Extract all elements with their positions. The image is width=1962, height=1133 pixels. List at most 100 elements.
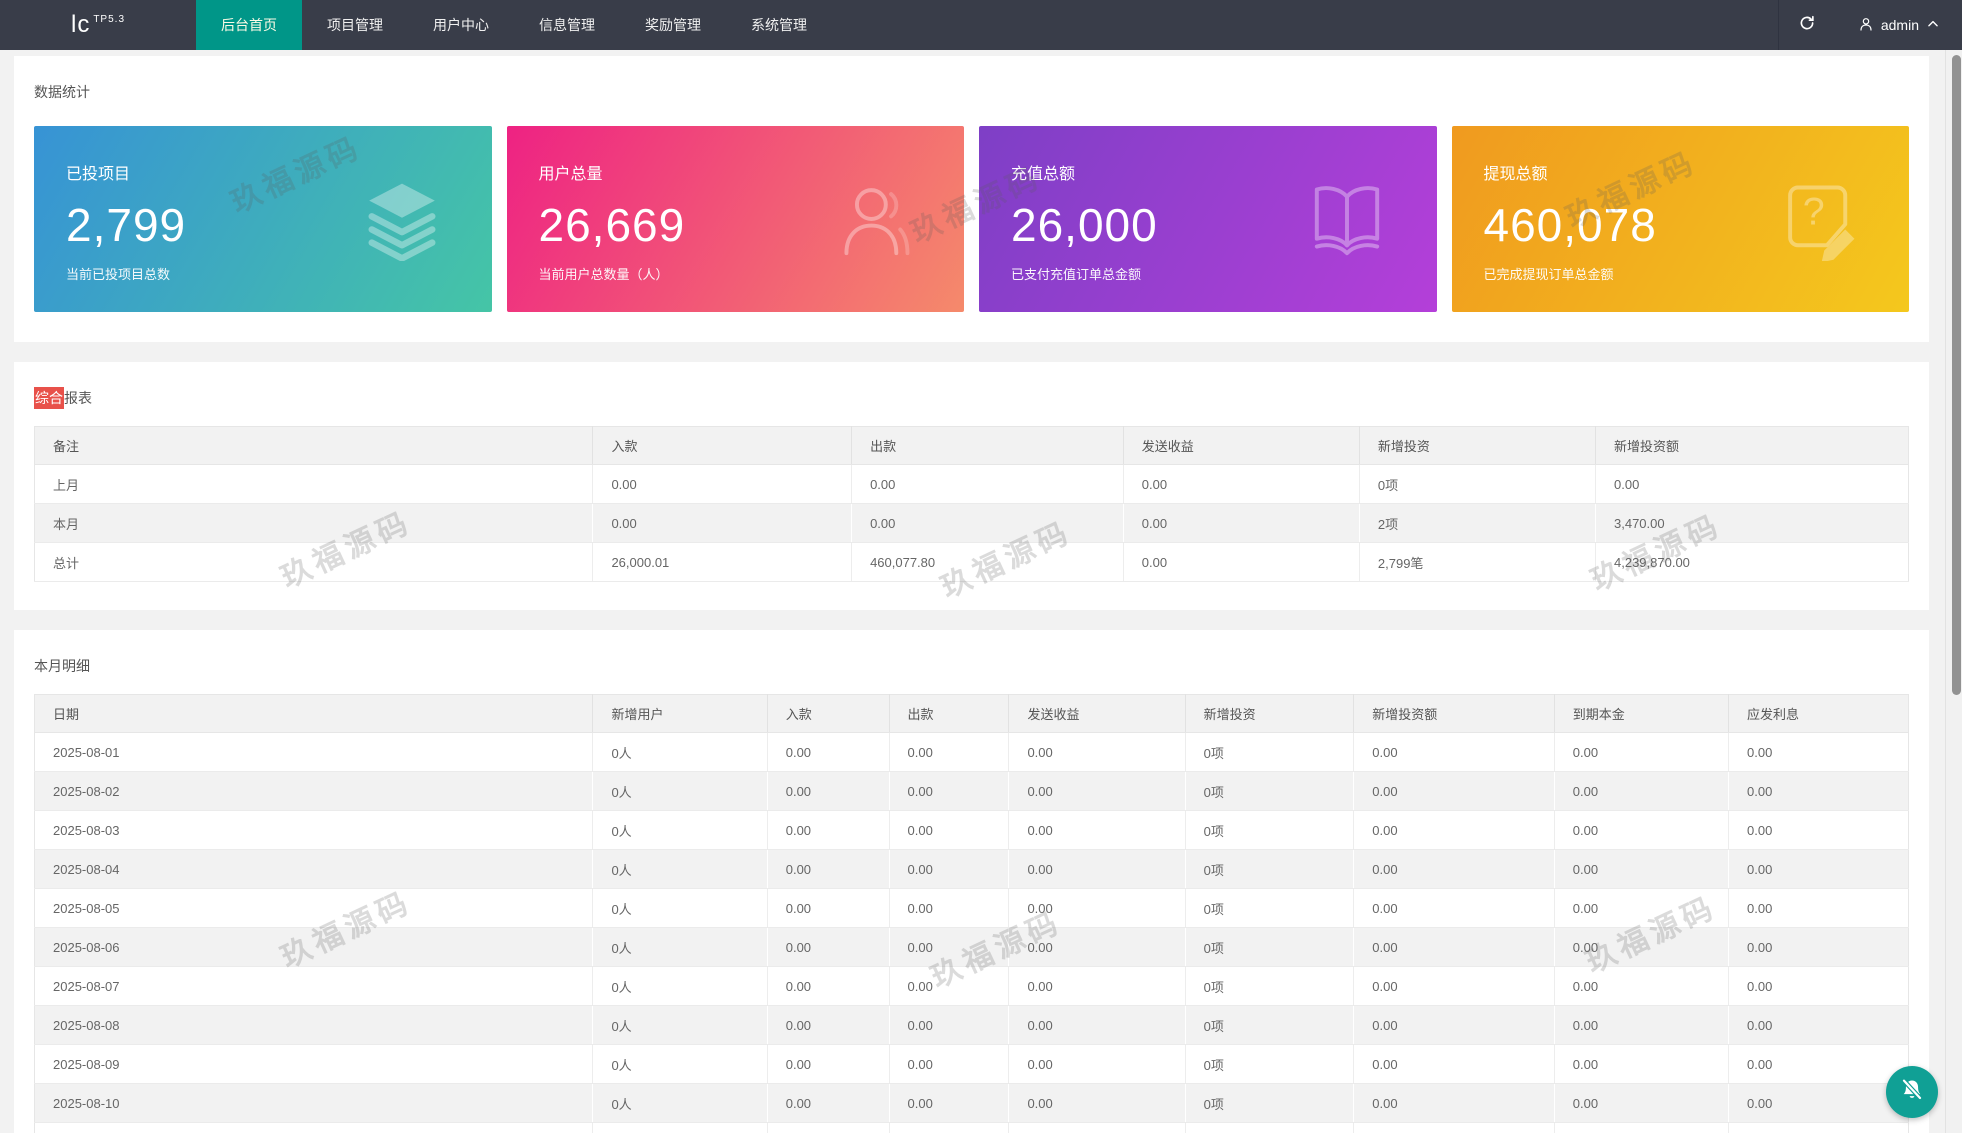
stat-card: 已投项目 2,799 当前已投项目总数: [34, 126, 492, 312]
cell: 0.00: [1008, 1083, 1186, 1123]
table-row: 2025-08-110人0.000.000.000项0.000.000.00: [34, 1122, 1909, 1133]
column-header: 新增用户: [592, 694, 768, 733]
doc-question-icon: ?: [1777, 177, 1861, 261]
cell: 0.00: [767, 771, 890, 811]
layers-icon: [360, 177, 444, 261]
cell: 0人: [592, 1044, 768, 1084]
column-header: 发送收益: [1008, 694, 1186, 733]
cell: 0.00: [767, 1122, 890, 1133]
refresh-icon: [1798, 14, 1816, 37]
cell: 0.00: [1728, 1005, 1909, 1045]
table-row: 2025-08-04 0人 0.00 0.00 0.00 0项 0.00 0.00 0.00: [34, 849, 1909, 889]
app-logo[interactable]: lc TP5.3: [0, 0, 196, 50]
user-icon: [1858, 16, 1874, 35]
cell: 0项: [1185, 966, 1355, 1006]
summary-report-section: 综合报表 备注 入款 出款 发送收益 新增投资 新增投资额 上月 0.00 0.00 0.00 0项…: [14, 362, 1929, 610]
cell: 0.00: [889, 888, 1010, 928]
nav-item-3[interactable]: 信息管理: [514, 0, 620, 50]
cell: 0项: [1185, 1083, 1355, 1123]
cell: 0.00: [1353, 966, 1555, 1006]
cell: 0.00: [1008, 1005, 1186, 1045]
main-nav: 后台首页 项目管理 用户中心 信息管理 奖励管理 系统管理: [196, 0, 832, 50]
cell: 4,239,870.00: [1595, 542, 1909, 582]
stat-cards: 已投项目 2,799 当前已投项目总数 用户总量 26,669 当前用户总数量（人） 充值总…: [34, 126, 1909, 312]
cell: 0.00: [889, 849, 1010, 889]
cell: 0项: [1185, 1122, 1355, 1133]
table-row: 2025-08-06 0人 0.00 0.00 0.00 0项 0.00 0.00 0.00: [34, 927, 1909, 967]
cell: 0.00: [1123, 503, 1360, 543]
username: admin: [1880, 17, 1919, 33]
cell: 0项: [1185, 888, 1355, 928]
cell: 0.00: [1008, 810, 1186, 850]
cell: 0人: [592, 1083, 768, 1123]
cell: 0.00: [1728, 1044, 1909, 1084]
user-menu[interactable]: admin: [1836, 0, 1962, 50]
table-row: 2025-08-09 0人 0.00 0.00 0.00 0项 0.00 0.00 0.00: [34, 1044, 1909, 1084]
cell: 上月: [34, 464, 594, 504]
nav-item-4[interactable]: 奖励管理: [620, 0, 726, 50]
cell: 2项: [1359, 503, 1597, 543]
vertical-scrollbar[interactable]: [1945, 50, 1962, 1133]
cell: 0.00: [1353, 771, 1555, 811]
column-header: 入款: [592, 426, 853, 465]
cell: 0.00: [889, 1005, 1010, 1045]
cell: 0项: [1185, 1044, 1355, 1084]
cell: 2025-08-01: [34, 732, 594, 772]
notifications-toggle-button[interactable]: [1886, 1066, 1938, 1118]
cell: 0.00: [767, 1083, 890, 1123]
stat-card-subtitle: 当前已投项目总数: [66, 267, 171, 282]
nav-item-2[interactable]: 用户中心: [408, 0, 514, 50]
cell: 0.00: [1554, 771, 1730, 811]
stat-card-subtitle: 已完成提现订单总金额: [1483, 267, 1614, 282]
column-header: 新增投资额: [1595, 426, 1909, 465]
cell: 0.00: [767, 888, 890, 928]
title-highlight: 综合: [34, 387, 64, 409]
cell: 0.00: [767, 849, 890, 889]
cell: 2025-08-03: [34, 810, 594, 850]
cell: 0.00: [1353, 888, 1555, 928]
cell: 0人: [592, 810, 768, 850]
column-header: 到期本金: [1554, 694, 1730, 733]
cell: 0.00: [1554, 888, 1730, 928]
cell: 0.00: [592, 464, 853, 504]
column-header: 新增投资额: [1353, 694, 1555, 733]
cell: 2,799笔: [1359, 542, 1597, 582]
table-row: 2025-08-10 0人 0.00 0.00 0.00 0项 0.00 0.00 0.00: [34, 1083, 1909, 1123]
cell: 0.00: [1008, 1044, 1186, 1084]
cell: 0.00: [889, 927, 1010, 967]
nav-item-1[interactable]: 项目管理: [302, 0, 408, 50]
cell: 0人: [592, 888, 768, 928]
summary-report-table: 备注 入款 出款 发送收益 新增投资 新增投资额 上月 0.00 0.00 0.00 0项 0.00 本…: [34, 426, 1909, 582]
refresh-button[interactable]: [1777, 0, 1836, 50]
cell: 0.00: [851, 503, 1124, 543]
cell: 0人: [592, 927, 768, 967]
cell: 本月: [34, 503, 594, 543]
cell: 0.00: [1728, 1122, 1909, 1133]
column-header: 入款: [767, 694, 890, 733]
cell: 0人: [592, 1122, 768, 1133]
cell: 0.00: [889, 1083, 1010, 1123]
cell: 2025-08-09: [34, 1044, 594, 1084]
cell: 0.00: [767, 732, 890, 772]
cell: 0.00: [1353, 849, 1555, 889]
scrollbar-thumb[interactable]: [1952, 55, 1961, 695]
cell: 0.00: [1554, 1005, 1730, 1045]
nav-item-5[interactable]: 系统管理: [726, 0, 832, 50]
cell: 总计: [34, 542, 594, 582]
stat-card-subtitle: 已支付充值订单总金额: [1011, 267, 1142, 282]
cell: 0人: [592, 1005, 768, 1045]
cell: 0.00: [1554, 1083, 1730, 1123]
nav-item-0[interactable]: 后台首页: [196, 0, 302, 50]
bell-off-icon: [1899, 1077, 1925, 1108]
book-icon: [1305, 177, 1389, 261]
stat-card: 用户总量 26,669 当前用户总数量（人）: [506, 126, 964, 312]
cell: 0.00: [889, 1122, 1010, 1133]
cell: 0.00: [1554, 966, 1730, 1006]
top-navbar: lc TP5.3 后台首页 项目管理 用户中心 信息管理 奖励管理 系统管理 admin: [0, 0, 1962, 50]
column-header: 出款: [889, 694, 1010, 733]
cell: 0项: [1185, 732, 1355, 772]
cell: 460,077.80: [851, 542, 1124, 582]
cell: 0.00: [1008, 849, 1186, 889]
month-detail-title: 本月明细: [34, 658, 90, 674]
cell: 0.00: [592, 503, 853, 543]
